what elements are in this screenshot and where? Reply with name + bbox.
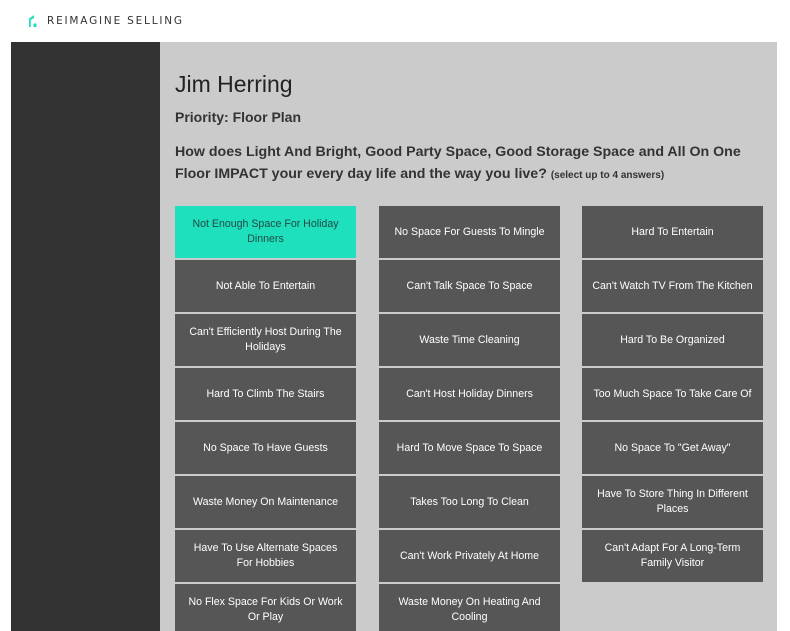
page-margin-right <box>777 0 790 631</box>
options-column-1: Not Enough Space For Holiday Dinners Not… <box>175 206 356 631</box>
option-button[interactable]: Takes Too Long To Clean <box>379 476 560 528</box>
page-margin-left <box>0 0 11 631</box>
question-emphasis: IMPACT <box>214 166 268 182</box>
option-button[interactable]: No Flex Space For Kids Or Work Or Play <box>175 584 356 631</box>
option-button[interactable]: Hard To Climb The Stairs <box>175 368 356 420</box>
option-button[interactable]: Hard To Entertain <box>582 206 763 258</box>
option-button[interactable]: No Space To "Get Away" <box>582 422 763 474</box>
option-button[interactable]: Can't Host Holiday Dinners <box>379 368 560 420</box>
option-button[interactable]: No Space To Have Guests <box>175 422 356 474</box>
option-button[interactable]: Can't Adapt For A Long-Term Family Visit… <box>582 530 763 582</box>
main-content: Jim Herring Priority: Floor Plan How doe… <box>160 42 777 631</box>
options-column-2: No Space For Guests To Mingle Can't Talk… <box>379 206 560 631</box>
option-button[interactable]: Can't Work Privately At Home <box>379 530 560 582</box>
option-button[interactable]: Have To Use Alternate Spaces For Hobbies <box>175 530 356 582</box>
question-text: How does Light And Bright, Good Party Sp… <box>175 141 765 187</box>
option-button[interactable]: Have To Store Thing In Different Places <box>582 476 763 528</box>
option-button[interactable]: Not Able To Entertain <box>175 260 356 312</box>
option-button[interactable]: Hard To Be Organized <box>582 314 763 366</box>
priority-label: Priority: Floor Plan <box>175 109 302 125</box>
option-button[interactable]: Can't Talk Space To Space <box>379 260 560 312</box>
option-button[interactable]: Can't Efficiently Host During The Holida… <box>175 314 356 366</box>
question-hint: (select up to 4 answers) <box>550 170 665 181</box>
top-header: REIMAGINE SELLING <box>11 0 777 42</box>
client-name: Jim Herring <box>175 71 293 97</box>
sidebar <box>11 42 160 631</box>
brand-name[interactable]: REIMAGINE SELLING <box>47 15 184 27</box>
option-button[interactable]: Not Enough Space For Holiday Dinners <box>175 206 356 258</box>
option-button[interactable]: Hard To Move Space To Space <box>379 422 560 474</box>
question-text-end: your every day life and the way you live… <box>267 166 551 182</box>
option-button[interactable]: Too Much Space To Take Care Of <box>582 368 763 420</box>
option-button[interactable]: Waste Money On Maintenance <box>175 476 356 528</box>
option-button[interactable]: Waste Time Cleaning <box>379 314 560 366</box>
option-button[interactable]: Can't Watch TV From The Kitchen <box>582 260 763 312</box>
option-button[interactable]: No Space For Guests To Mingle <box>379 206 560 258</box>
house-logo-icon <box>28 14 38 28</box>
options-column-3: Hard To Entertain Can't Watch TV From Th… <box>582 206 763 584</box>
option-button[interactable]: Waste Money On Heating And Cooling <box>379 584 560 631</box>
